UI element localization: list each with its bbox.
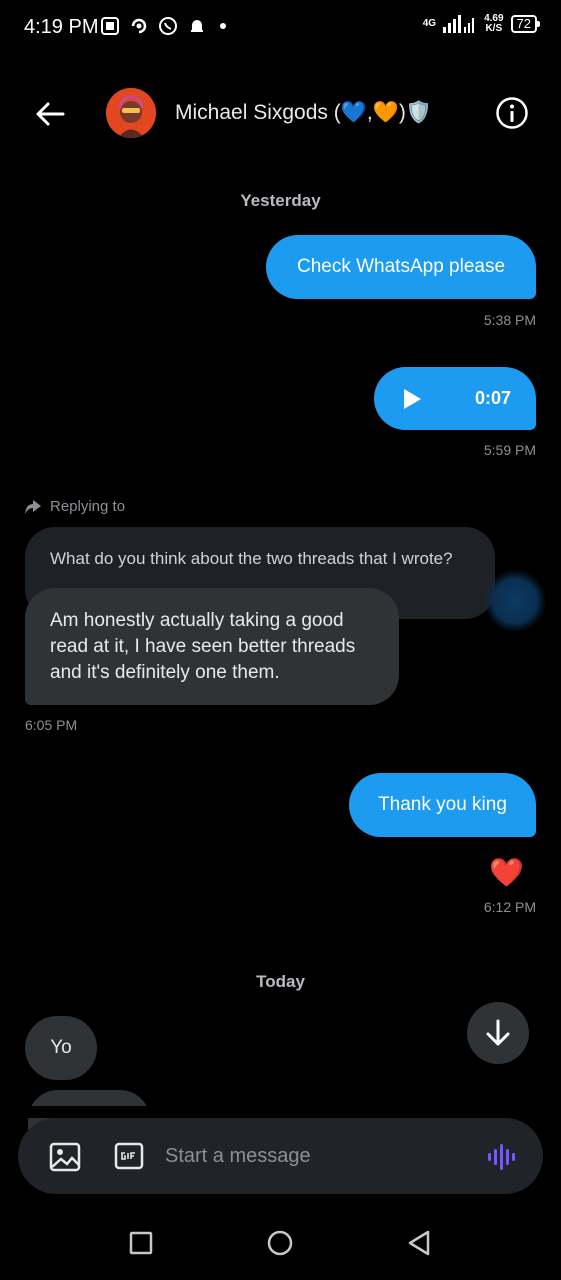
status-time: 4:19 PM <box>24 16 99 38</box>
message-timestamp: 6:05 PM <box>25 717 78 733</box>
battery-indicator: 72 <box>510 15 541 33</box>
message-bubble-outgoing[interactable]: Thank you king <box>349 773 536 837</box>
image-icon <box>49 1142 81 1172</box>
add-gif-button[interactable] <box>114 1142 144 1170</box>
quoted-text: What do you think about the two threads … <box>50 549 453 568</box>
reply-arrow-icon <box>25 499 41 514</box>
replying-to-label: Replying to <box>24 498 125 515</box>
signal-icon <box>443 15 475 33</box>
status-bar: 4:19 PM 4G 4.69 K/S 72 <box>0 0 561 56</box>
voice-message-bubble[interactable]: 0:07 <box>374 367 536 430</box>
home-button[interactable] <box>265 1228 295 1258</box>
touch-highlight <box>484 570 546 632</box>
message-text: Thank you king <box>378 794 507 815</box>
whatsapp-icon <box>158 16 178 36</box>
list-edge <box>0 1106 561 1118</box>
scroll-to-bottom-button[interactable] <box>467 1002 529 1064</box>
message-text: Check WhatsApp please <box>296 256 506 277</box>
arrow-left-icon <box>36 102 65 126</box>
recents-button[interactable] <box>126 1228 156 1258</box>
swirl-app-icon <box>129 16 149 36</box>
voice-wave-icon <box>488 1144 515 1170</box>
system-indicators: 4G 4.69 K/S 72 <box>422 13 541 34</box>
date-separator: Yesterday <box>240 191 321 210</box>
app-notification-icon <box>100 16 120 36</box>
more-notifications-dot <box>220 23 226 29</box>
message-timestamp: 5:59 PM <box>483 442 536 458</box>
play-icon[interactable] <box>402 388 422 410</box>
date-separator: Today <box>256 972 305 991</box>
info-button[interactable] <box>495 96 529 130</box>
message-input[interactable] <box>165 1138 465 1174</box>
message-composer <box>18 1118 543 1194</box>
triangle-back-icon <box>408 1230 430 1256</box>
contact-name[interactable]: Michael Sixgods (💙,🧡)🛡️ <box>175 101 432 125</box>
circle-icon <box>267 1230 293 1256</box>
message-timestamp: 5:38 PM <box>483 312 536 328</box>
square-icon <box>129 1231 153 1255</box>
conversation-header: Michael Sixgods (💙,🧡)🛡️ <box>0 80 561 146</box>
back-nav-button[interactable] <box>404 1228 434 1258</box>
message-bubble-outgoing[interactable]: Check WhatsApp please <box>266 235 536 299</box>
gif-icon <box>114 1142 144 1170</box>
network-type: 4G <box>422 18 437 29</box>
voice-record-button[interactable] <box>485 1140 519 1174</box>
message-text: Am honestly actually taking a good read … <box>50 610 356 683</box>
heart-reaction[interactable]: ❤️ <box>489 856 524 889</box>
notification-icons <box>100 16 226 36</box>
alarm-icon <box>187 16 207 36</box>
back-button[interactable] <box>30 94 70 134</box>
network-speed: 4.69 K/S <box>484 13 504 34</box>
message-timestamp: 6:12 PM <box>483 899 536 915</box>
arrow-down-icon <box>486 1019 510 1046</box>
avatar[interactable] <box>106 88 156 138</box>
info-icon <box>496 97 528 129</box>
voice-duration: 0:07 <box>474 388 511 408</box>
system-nav-bar <box>0 1210 561 1280</box>
message-bubble-incoming[interactable]: Am honestly actually taking a good read … <box>25 588 399 705</box>
add-image-button[interactable] <box>48 1140 82 1174</box>
message-bubble-incoming[interactable]: Yo <box>25 1016 97 1080</box>
message-text: Yo <box>50 1037 72 1058</box>
